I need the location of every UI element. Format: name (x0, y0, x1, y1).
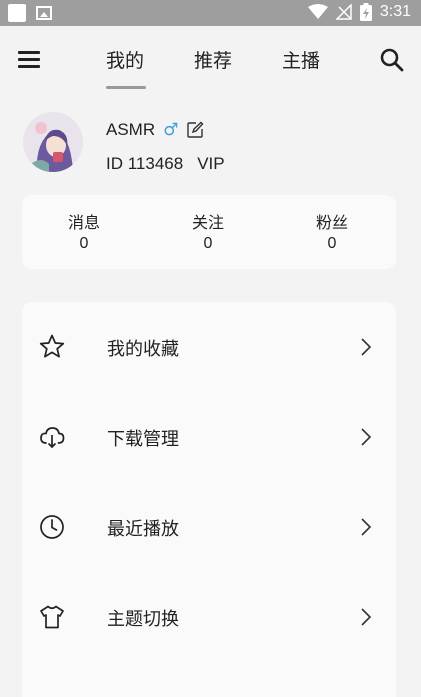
stat-fans[interactable]: 粉丝 0 (287, 209, 377, 253)
active-tab-indicator (106, 86, 146, 89)
avatar-illustration (23, 112, 83, 172)
cloud-download-icon (40, 427, 65, 449)
user-id-row: ID 113468 VIP (106, 154, 225, 174)
star-icon (39, 334, 65, 358)
stat-label: 消息 (67, 213, 100, 232)
notification-app-icon (8, 4, 26, 22)
chevron-right-icon (361, 338, 372, 356)
edit-icon[interactable] (186, 121, 204, 139)
wifi-icon (307, 4, 328, 19)
stat-value: 0 (327, 235, 337, 252)
avatar[interactable] (23, 112, 83, 172)
menu-item-recent-plays[interactable]: 最近播放 (22, 482, 396, 572)
status-time: 3:31 (379, 3, 411, 20)
stat-label: 关注 (191, 213, 224, 232)
username: ASMR (106, 120, 156, 139)
menu-item-label: 我的收藏 (107, 339, 179, 360)
stat-following[interactable]: 关注 0 (163, 209, 253, 253)
user-id: ID 113468 (106, 154, 184, 173)
status-bar: 3:31 (0, 0, 421, 26)
stat-value: 0 (203, 235, 213, 252)
stats-card: 消息 0 关注 0 粉丝 0 (22, 195, 396, 269)
hamburger-menu-icon[interactable] (18, 51, 42, 69)
menu-item-theme-switch[interactable]: 主题切换 (22, 572, 396, 662)
menu-item-label: 最近播放 (107, 519, 179, 540)
menu-item-label: 下载管理 (107, 429, 179, 450)
profile-section: ASMR ♂ ID 113468 VIP (0, 108, 421, 188)
battery-charging-icon (359, 3, 372, 21)
chevron-right-icon (361, 518, 372, 536)
menu-item-downloads[interactable]: 下载管理 (22, 392, 396, 482)
signal-off-icon (335, 4, 352, 20)
gender-male-icon: ♂ (163, 120, 179, 140)
stat-value: 0 (79, 235, 89, 252)
username-row: ASMR ♂ (106, 120, 204, 140)
tshirt-icon (40, 605, 64, 629)
top-nav-bar: 我的 推荐 主播 (0, 26, 421, 90)
stat-label: 粉丝 (315, 213, 348, 232)
menu-item-favorites[interactable]: 我的收藏 (22, 302, 396, 392)
status-bar-right: 3:31 (307, 3, 411, 21)
tab-mine[interactable]: 我的 (106, 46, 144, 73)
vip-badge: VIP (197, 154, 225, 173)
search-icon[interactable] (379, 47, 405, 73)
status-bar-left (8, 4, 52, 22)
tab-recommend[interactable]: 推荐 (194, 46, 232, 73)
chevron-right-icon (361, 608, 372, 626)
clock-icon (40, 515, 64, 539)
image-notification-icon (36, 6, 52, 20)
chevron-right-icon (361, 428, 372, 446)
stat-messages[interactable]: 消息 0 (39, 209, 129, 253)
menu-item-label: 主题切换 (107, 609, 179, 630)
menu-card: 我的收藏 下载管理 最近播放 主题切换 (22, 302, 396, 697)
tab-anchor[interactable]: 主播 (282, 46, 320, 73)
